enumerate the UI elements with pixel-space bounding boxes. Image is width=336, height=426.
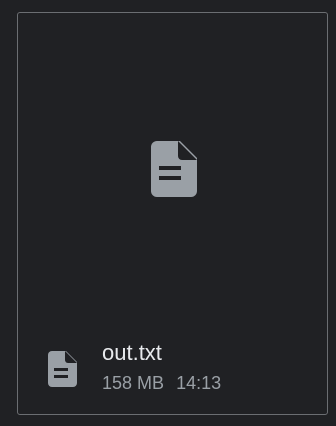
file-name: out.txt — [102, 340, 162, 365]
file-size: 158 MB — [102, 373, 165, 393]
text-file-icon — [151, 141, 197, 197]
file-metadata: 158 MB 14:13 — [102, 372, 221, 394]
file-card-footer: out.txt 158 MB 14:13 — [18, 328, 327, 414]
file-time: 14:13 — [176, 373, 222, 393]
file-card[interactable]: out.txt 158 MB 14:13 — [17, 12, 328, 415]
text-file-icon — [48, 351, 77, 387]
file-grid: out.txt 158 MB 14:13 — [0, 0, 336, 426]
